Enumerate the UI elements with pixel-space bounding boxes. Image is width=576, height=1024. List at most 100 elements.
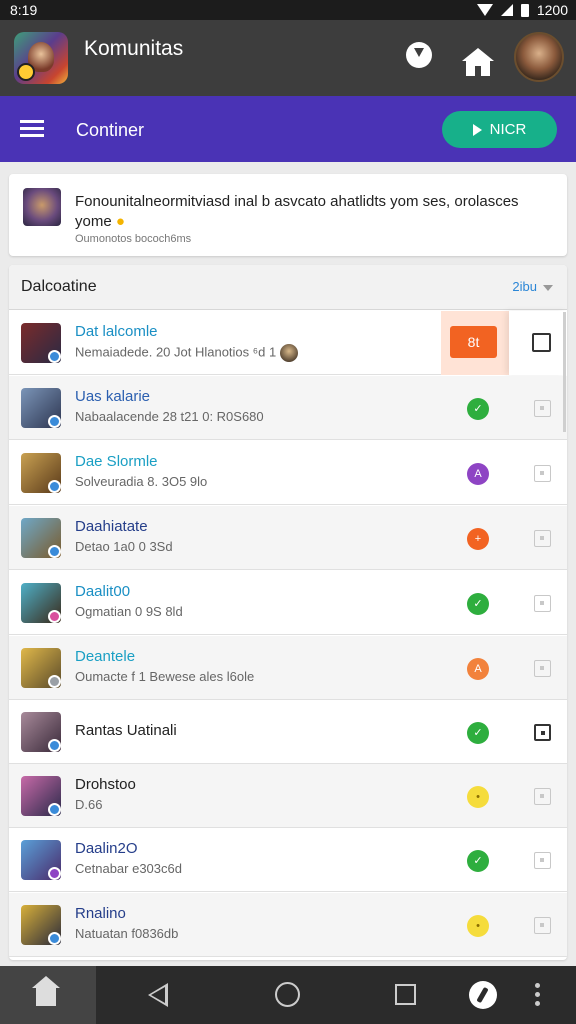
list-item[interactable]: Rantas Uatinali ✓ bbox=[9, 700, 567, 764]
badge-icon bbox=[48, 867, 61, 880]
item-title: Daalin2O bbox=[75, 840, 138, 857]
item-subtitle: D.66 bbox=[75, 797, 102, 812]
home-icon[interactable] bbox=[462, 48, 494, 76]
download-icon[interactable] bbox=[406, 42, 432, 68]
notice-body: Fonounitalneormitviasd inal b asvcato ah… bbox=[75, 193, 519, 230]
item-checkbox[interactable] bbox=[534, 724, 551, 741]
app-bar: Komunitas bbox=[0, 20, 576, 96]
item-subtitle-text: Nemaiadede. 20 Jot Hlanotios ⁶d 1 bbox=[75, 344, 277, 360]
list-item[interactable]: Uas kalarie Nabaalacende 28 t21 0: R0S680… bbox=[9, 376, 567, 440]
recent-apps-icon[interactable] bbox=[395, 984, 416, 1005]
item-checkbox[interactable] bbox=[534, 530, 551, 547]
user-avatar-icon bbox=[280, 344, 299, 362]
item-subtitle: Detao 1a0 0 3Sd bbox=[75, 539, 173, 554]
notice-card[interactable]: Fonounitalneormitviasd inal b asvcato ah… bbox=[9, 174, 567, 256]
item-checkbox[interactable] bbox=[534, 788, 551, 805]
list-item[interactable]: Daalit00 Ogmatian 0 9S 8ld ✓ bbox=[9, 571, 567, 635]
item-thumbnail bbox=[21, 648, 61, 688]
badge-icon bbox=[48, 610, 61, 623]
toolbar: Continer NICR bbox=[0, 96, 576, 162]
scrollbar[interactable] bbox=[563, 312, 566, 432]
list-item[interactable]: Rnalino Natuatan f0836db • bbox=[9, 893, 567, 957]
item-subtitle: Cetnabar e303c6d bbox=[75, 861, 182, 876]
status-icon: • bbox=[467, 915, 489, 937]
item-subtitle-text: Detao 1a0 0 3Sd bbox=[75, 539, 173, 554]
status-icon: ✓ bbox=[467, 722, 489, 744]
list-item[interactable]: Daahiatate Detao 1a0 0 3Sd + bbox=[9, 506, 567, 570]
status-icon: + bbox=[467, 528, 489, 550]
item-checkbox[interactable] bbox=[534, 660, 551, 677]
item-title: Daahiatate bbox=[75, 518, 148, 535]
sort-label: 2ibu bbox=[512, 279, 537, 294]
item-subtitle-text: Ogmatian 0 9S 8ld bbox=[75, 604, 183, 619]
item-title: Dat lalcomle bbox=[75, 323, 158, 340]
item-subtitle: Solveuradia 8. 3O5 9lo bbox=[75, 474, 207, 489]
notice-text: Fonounitalneormitviasd inal b asvcato ah… bbox=[75, 192, 555, 232]
list-item[interactable]: Dae Slormle Solveuradia 8. 3O5 9lo A bbox=[9, 441, 567, 505]
item-checkbox[interactable] bbox=[532, 333, 551, 352]
status-icon: A bbox=[467, 658, 489, 680]
next-button[interactable]: NICR bbox=[442, 111, 557, 148]
item-thumbnail bbox=[21, 583, 61, 623]
item-thumbnail bbox=[21, 776, 61, 816]
status-icon: A bbox=[467, 463, 489, 485]
battery-label: 1200 bbox=[536, 2, 568, 18]
more-icon[interactable] bbox=[535, 983, 540, 1007]
sort-dropdown[interactable]: 2ibu bbox=[512, 279, 553, 294]
item-subtitle: Oumacte f 1 Bewese ales l6ole bbox=[75, 669, 254, 684]
nav-bar bbox=[0, 966, 576, 1024]
badge-icon bbox=[48, 545, 61, 558]
badge-icon bbox=[48, 803, 61, 816]
home-icon bbox=[32, 976, 60, 1006]
item-subtitle: Ogmatian 0 9S 8ld bbox=[75, 604, 183, 619]
badge-icon bbox=[48, 739, 61, 752]
list-item[interactable]: Drohstoo D.66 • bbox=[9, 764, 567, 828]
list-title: Dalcoatine bbox=[21, 278, 97, 295]
item-thumbnail bbox=[21, 712, 61, 752]
item-subtitle-text: Nabaalacende 28 t21 0: R0S680 bbox=[75, 409, 264, 424]
item-title: Uas kalarie bbox=[75, 388, 151, 405]
avatar[interactable] bbox=[514, 32, 564, 82]
item-checkbox[interactable] bbox=[534, 595, 551, 612]
item-checkbox[interactable] bbox=[534, 400, 551, 417]
badge-icon bbox=[48, 480, 61, 493]
nav-home-button[interactable] bbox=[0, 966, 96, 1024]
list-item[interactable]: Dat lalcomle Nemaiadede. 20 Jot Hlanotios… bbox=[9, 311, 567, 375]
list-item[interactable]: Daalin2O Cetnabar e303c6d ✓ bbox=[9, 828, 567, 892]
item-title: Dae Slormle bbox=[75, 453, 158, 470]
emoji-icon: ● bbox=[115, 213, 125, 230]
next-button-label: NICR bbox=[489, 121, 527, 138]
back-icon[interactable] bbox=[148, 983, 168, 1007]
item-subtitle-text: Natuatan f0836db bbox=[75, 926, 179, 941]
toolbar-title: Continer bbox=[76, 120, 145, 140]
wifi-icon bbox=[476, 4, 493, 16]
item-subtitle: Natuatan f0836db bbox=[75, 926, 178, 941]
item-checkbox[interactable] bbox=[534, 917, 551, 934]
status-icon: ✓ bbox=[467, 593, 489, 615]
list-header: Dalcoatine 2ibu bbox=[9, 265, 567, 310]
content-list: Dalcoatine 2ibu Dat lalcomle Nemaiadede. … bbox=[9, 265, 567, 960]
list-item[interactable]: Deantele Oumacte f 1 Bewese ales l6ole A bbox=[9, 636, 567, 700]
battery-icon bbox=[520, 3, 529, 17]
status-icons: 1200 bbox=[476, 2, 568, 18]
item-subtitle: Nabaalacende 28 t21 0: R0S680 bbox=[75, 409, 264, 424]
item-title: Rnalino bbox=[75, 905, 126, 922]
item-checkbox[interactable] bbox=[534, 465, 551, 482]
item-subtitle: Nemaiadede. 20 Jot Hlanotios ⁶d 1 bbox=[75, 344, 299, 362]
item-checkbox[interactable] bbox=[534, 852, 551, 869]
app-shortcut-icon[interactable] bbox=[469, 981, 497, 1009]
status-icon: ✓ bbox=[467, 850, 489, 872]
badge-icon bbox=[48, 932, 61, 945]
status-bar: 8:19 1200 bbox=[0, 0, 576, 20]
status-time: 8:19 bbox=[10, 2, 38, 18]
app-title: Komunitas bbox=[84, 37, 184, 60]
signal-icon bbox=[500, 4, 513, 16]
menu-icon[interactable] bbox=[20, 120, 44, 138]
app-logo[interactable] bbox=[14, 32, 68, 84]
badge-icon bbox=[48, 350, 61, 363]
item-action-button[interactable]: 8t bbox=[450, 326, 497, 358]
item-title: Deantele bbox=[75, 648, 136, 665]
home-circle-icon[interactable] bbox=[275, 982, 300, 1007]
status-icon: • bbox=[467, 786, 489, 808]
notice-subtext: Oumonotos bococh6ms bbox=[75, 233, 192, 245]
